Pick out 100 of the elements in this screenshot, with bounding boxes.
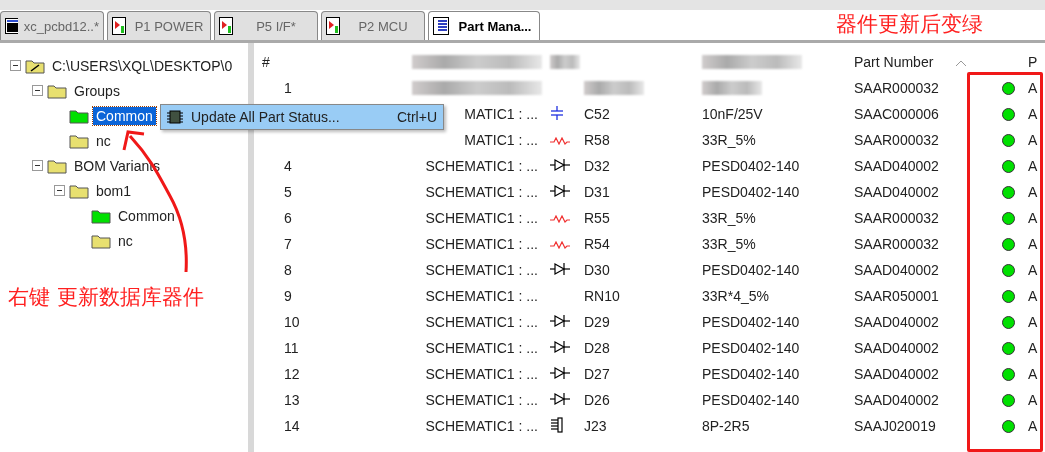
tree-item[interactable]: bom1 xyxy=(93,181,135,200)
table-cell-text: SAAC000006 xyxy=(854,106,940,122)
column-header[interactable]: P xyxy=(1028,54,1038,70)
collapse-toggle[interactable] xyxy=(32,160,43,171)
annotation-note: 右键 更新数据库器件 xyxy=(8,284,204,311)
table-cell-text: SCHEMATIC1 : ... xyxy=(425,158,539,174)
table-cell-text: SCHEMATIC1 : ... xyxy=(425,236,539,252)
resistor-icon xyxy=(550,215,570,223)
table-cell-text: PESD0402-140 xyxy=(702,366,801,382)
document-tab[interactable]: xc_pcbd12..* xyxy=(0,11,104,40)
row-number: 6 xyxy=(283,210,292,226)
document-tab[interactable]: P5 I/F* xyxy=(214,11,318,40)
row-number: 7 xyxy=(283,236,292,252)
resistor-icon xyxy=(550,137,570,145)
table-cell-text: RN10 xyxy=(584,288,621,304)
table-cell-text: SCHEMATIC1 : ... xyxy=(425,418,539,434)
table-cell-text: SCHEMATIC1 : ... xyxy=(425,288,539,304)
blurred-cell xyxy=(584,81,644,95)
diode-icon xyxy=(550,313,570,328)
table-cell-text: 33R_5% xyxy=(702,132,757,148)
table-cell-text: A xyxy=(1028,106,1039,122)
row-number: 1 xyxy=(283,80,292,96)
capacitor-icon xyxy=(550,105,564,120)
tree-item[interactable]: Common xyxy=(93,106,156,125)
table-cell-text: J23 xyxy=(584,418,608,434)
table-cell-text: SAAD040002 xyxy=(854,340,940,356)
tree-item[interactable]: nc xyxy=(115,231,136,250)
table-cell-text: PESD0402-140 xyxy=(702,262,801,278)
schematic-icon xyxy=(326,17,340,35)
table-cell-text: SAAD040002 xyxy=(854,392,940,408)
table-icon xyxy=(433,17,449,35)
table-cell-text: PESD0402-140 xyxy=(702,184,801,200)
table-cell-text: A xyxy=(1028,418,1039,434)
row-number: 13 xyxy=(283,392,300,408)
column-header[interactable]: Part Number xyxy=(854,54,934,70)
table-cell-text: 10nF/25V xyxy=(702,106,764,122)
tree-item[interactable]: nc xyxy=(93,131,114,150)
row-number: 4 xyxy=(283,158,292,174)
schematic-icon xyxy=(219,17,233,35)
table-cell-text: SCHEMATIC1 : ... xyxy=(425,340,539,356)
shortcut-label: Ctrl+U xyxy=(396,109,437,125)
table-cell-text: MATIC1 : ... xyxy=(464,132,539,148)
row-number: 5 xyxy=(283,184,292,200)
menu-item[interactable]: Update All Part Status... Ctrl+U xyxy=(160,104,444,130)
table-cell-text: A xyxy=(1028,392,1039,408)
connector-icon xyxy=(550,416,564,433)
table-cell-text: D29 xyxy=(584,314,611,330)
table-cell-text: D31 xyxy=(584,184,611,200)
table-cell-text: SCHEMATIC1 : ... xyxy=(425,392,539,408)
column-header[interactable]: # xyxy=(262,54,270,70)
document-tab[interactable]: Part Mana... xyxy=(428,11,540,40)
table-cell-text: SAAR000032 xyxy=(854,132,940,148)
table-cell-text: D32 xyxy=(584,158,611,174)
table-cell-text: SAAD040002 xyxy=(854,158,940,174)
table-cell-text: SAAD040002 xyxy=(854,262,940,278)
table-cell-text: C52 xyxy=(584,106,611,122)
collapse-toggle[interactable] xyxy=(54,185,65,196)
table-cell-text: SAAR050001 xyxy=(854,288,940,304)
diode-icon xyxy=(550,339,570,354)
document-tab[interactable]: P1 POWER xyxy=(107,11,211,40)
table-cell-text: SAAR000032 xyxy=(854,236,940,252)
collapse-toggle[interactable] xyxy=(32,85,43,96)
table-cell-text: A xyxy=(1028,184,1039,200)
resistor-icon xyxy=(550,241,570,249)
table-cell-text: A xyxy=(1028,340,1039,356)
table-cell-text: D26 xyxy=(584,392,611,408)
tree-item[interactable]: C:\USERS\XQL\DESKTOP\0 xyxy=(49,56,236,75)
collapse-toggle[interactable] xyxy=(10,60,21,71)
table-cell-text: SCHEMATIC1 : ... xyxy=(425,262,539,278)
row-number: 10 xyxy=(283,314,300,330)
table-cell-text: SCHEMATIC1 : ... xyxy=(425,184,539,200)
table-cell-text: D28 xyxy=(584,340,611,356)
row-number: 14 xyxy=(283,418,300,434)
table-cell-text: A xyxy=(1028,80,1039,96)
table-cell-text: A xyxy=(1028,314,1039,330)
table-cell-text: SAAD040002 xyxy=(854,366,940,382)
table-cell-text: PESD0402-140 xyxy=(702,314,801,330)
table-cell-text: A xyxy=(1028,210,1039,226)
tree-item[interactable]: Groups xyxy=(71,81,123,100)
table-cell-text: A xyxy=(1028,236,1039,252)
table-cell-text: PESD0402-140 xyxy=(702,340,801,356)
table-cell-text: SAAR000032 xyxy=(854,80,940,96)
document-tab[interactable]: P2 MCU xyxy=(321,11,425,40)
chip-icon xyxy=(167,109,183,125)
table-cell-text: SAAD040002 xyxy=(854,184,940,200)
row-number: 12 xyxy=(283,366,300,382)
tree-item[interactable]: Common xyxy=(115,206,178,225)
table-cell-text: PESD0402-140 xyxy=(702,158,801,174)
table-cell-text: SAAJ020019 xyxy=(854,418,937,434)
table-cell-text: A xyxy=(1028,366,1039,382)
table-cell-text: SCHEMATIC1 : ... xyxy=(425,314,539,330)
table-cell-text: A xyxy=(1028,158,1039,174)
table-cell-text: SCHEMATIC1 : ... xyxy=(425,210,539,226)
table-cell-text: D27 xyxy=(584,366,611,382)
table-cell-text: D30 xyxy=(584,262,611,278)
blurred-cell xyxy=(702,81,762,95)
diode-icon xyxy=(550,391,570,406)
annotation-note: 器件更新后变绿 xyxy=(836,11,983,38)
table-cell-text: SCHEMATIC1 : ... xyxy=(425,366,539,382)
diode-icon xyxy=(550,261,570,276)
